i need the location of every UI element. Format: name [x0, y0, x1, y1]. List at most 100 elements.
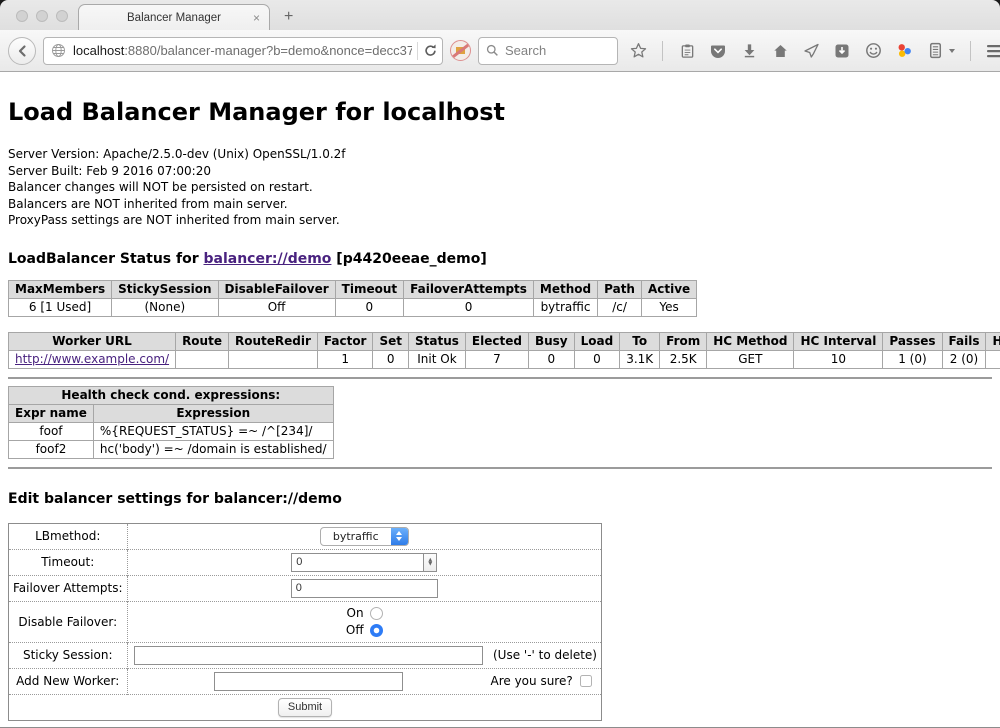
disable-failover-off-radio[interactable]	[370, 624, 383, 637]
sticky-session-label: Sticky Session:	[9, 642, 128, 668]
select-stepper-icon	[391, 528, 408, 545]
balancer-demo-link[interactable]: balancer://demo	[204, 251, 332, 267]
separator	[8, 467, 992, 469]
colored-dots-extension-icon[interactable]	[895, 42, 913, 60]
inherit-note-line: Balancers are NOT inherited from main se…	[8, 196, 992, 213]
disable-failover-label: Disable Failover:	[9, 601, 128, 642]
cell: 6 [1 Used]	[9, 298, 112, 316]
cell: 1 (0)	[883, 350, 942, 368]
url-bar[interactable]: localhost:8880/balancer-manager?b=demo&n…	[43, 37, 443, 65]
table-header-row: MaxMembers StickySession DisableFailover…	[9, 280, 697, 298]
add-worker-input[interactable]	[214, 672, 403, 691]
col-header: Active	[641, 280, 696, 298]
failover-attempts-label: Failover Attempts:	[9, 575, 128, 601]
cell: /c/	[598, 298, 642, 316]
table-header-row: Health check cond. expressions:	[9, 386, 334, 404]
form-row-failover-attempts: Failover Attempts:	[9, 575, 602, 601]
form-row-disable-failover: Disable Failover: On Off	[9, 601, 602, 642]
edit-balancer-form: LBmethod: bytraffic Timeout: ▲▼	[8, 523, 602, 721]
balancer-status-heading: LoadBalancer Status for balancer://demo …	[8, 251, 992, 267]
expr-name-cell: foof	[9, 422, 94, 440]
col-header: Factor	[317, 332, 373, 350]
cell: 2 (0)	[942, 350, 986, 368]
timeout-input[interactable]	[291, 553, 423, 572]
cell: (None)	[112, 298, 218, 316]
expr-name-cell: foof2	[9, 440, 94, 458]
minimize-window-button[interactable]	[36, 10, 48, 22]
col-header: HC uri	[986, 332, 1000, 350]
form-row-submit: Submit	[9, 694, 602, 720]
worker-table: Worker URL Route RouteRedir Factor Set S…	[8, 332, 1000, 369]
persist-note-line: Balancer changes will NOT be persisted o…	[8, 179, 992, 196]
tab-balancer-manager[interactable]: Balancer Manager ×	[78, 4, 270, 30]
worker-url-link[interactable]: http://www.example.com/	[15, 352, 169, 366]
lbmethod-select[interactable]: bytraffic	[320, 527, 409, 546]
server-built-line: Server Built: Feb 9 2016 07:00:20	[8, 163, 992, 180]
col-header: Route	[176, 332, 229, 350]
back-button[interactable]	[8, 37, 36, 65]
reading-list-icon[interactable]	[678, 42, 696, 60]
sticky-session-hint: (Use '-' to delete)	[493, 648, 597, 662]
bookmark-star-icon[interactable]	[629, 42, 647, 60]
sticky-session-input[interactable]	[134, 646, 483, 665]
downloads-icon[interactable]	[740, 42, 758, 60]
overflow-caret-icon[interactable]	[949, 49, 955, 53]
col-header: Method	[533, 280, 597, 298]
disable-failover-on-radio[interactable]	[370, 607, 383, 620]
send-icon[interactable]	[802, 42, 820, 60]
lbmethod-label: LBmethod:	[9, 523, 128, 549]
new-tab-button[interactable]: +	[284, 8, 293, 26]
submit-button[interactable]: Submit	[278, 698, 332, 717]
close-window-button[interactable]	[16, 10, 28, 22]
menu-icon[interactable]	[986, 42, 1000, 60]
add-worker-label: Add New Worker:	[9, 668, 128, 694]
col-header: Expr name	[9, 404, 94, 422]
col-header: Busy	[528, 332, 574, 350]
toolbar-icons	[629, 41, 1000, 61]
page-title: Load Balancer Manager for localhost	[8, 72, 992, 126]
smiley-icon[interactable]	[864, 42, 882, 60]
expression-cell: hc('body') =~ /domain is established/	[93, 440, 333, 458]
content-blocked-icon[interactable]	[450, 40, 471, 61]
search-bar[interactable]	[478, 37, 618, 65]
edit-settings-heading: Edit balancer settings for balancer://de…	[8, 491, 992, 507]
table-row: foof2 hc('body') =~ /domain is establish…	[9, 440, 334, 458]
col-header: Fails	[942, 332, 986, 350]
separator	[8, 377, 992, 379]
box-download-icon[interactable]	[833, 42, 851, 60]
col-header: FailoverAttempts	[404, 280, 534, 298]
cell: 0	[373, 350, 409, 368]
url-text[interactable]: localhost:8880/balancer-manager?b=demo&n…	[73, 43, 412, 58]
zoom-window-button[interactable]	[56, 10, 68, 22]
col-header: Set	[373, 332, 409, 350]
search-input[interactable]	[505, 43, 605, 58]
navigation-toolbar: localhost:8880/balancer-manager?b=demo&n…	[0, 30, 1000, 72]
container-extension-icon[interactable]	[926, 42, 944, 60]
failover-attempts-input[interactable]	[291, 579, 438, 598]
cell: 0	[574, 350, 620, 368]
health-table-title: Health check cond. expressions:	[9, 386, 334, 404]
table-header-row: Expr name Expression	[9, 404, 334, 422]
are-you-sure-checkbox[interactable]	[580, 675, 592, 687]
window-controls	[16, 10, 68, 22]
tab-close-icon[interactable]: ×	[253, 12, 260, 24]
tab-title: Balancer Manager	[127, 12, 221, 24]
cell: 3.1K	[620, 350, 660, 368]
pocket-icon[interactable]	[709, 42, 727, 60]
tab-bar: Balancer Manager × +	[0, 0, 1000, 30]
col-header: Elected	[465, 332, 528, 350]
cell: Off	[218, 298, 335, 316]
col-header: Worker URL	[9, 332, 176, 350]
number-stepper-icon[interactable]: ▲▼	[423, 553, 437, 572]
worker-url-cell: http://www.example.com/	[9, 350, 176, 368]
form-row-add-worker: Add New Worker: Are you sure?	[9, 668, 602, 694]
table-row: 6 [1 Used] (None) Off 0 0 bytraffic /c/ …	[9, 298, 697, 316]
server-version-line: Server Version: Apache/2.5.0-dev (Unix) …	[8, 146, 992, 163]
col-header: Status	[409, 332, 466, 350]
home-icon[interactable]	[771, 42, 789, 60]
reload-icon[interactable]	[423, 43, 438, 58]
radio-off-label: Off	[346, 623, 364, 637]
col-header: Passes	[883, 332, 942, 350]
radio-off-option: Off	[346, 623, 383, 637]
form-row-sticky-session: Sticky Session: (Use '-' to delete)	[9, 642, 602, 668]
